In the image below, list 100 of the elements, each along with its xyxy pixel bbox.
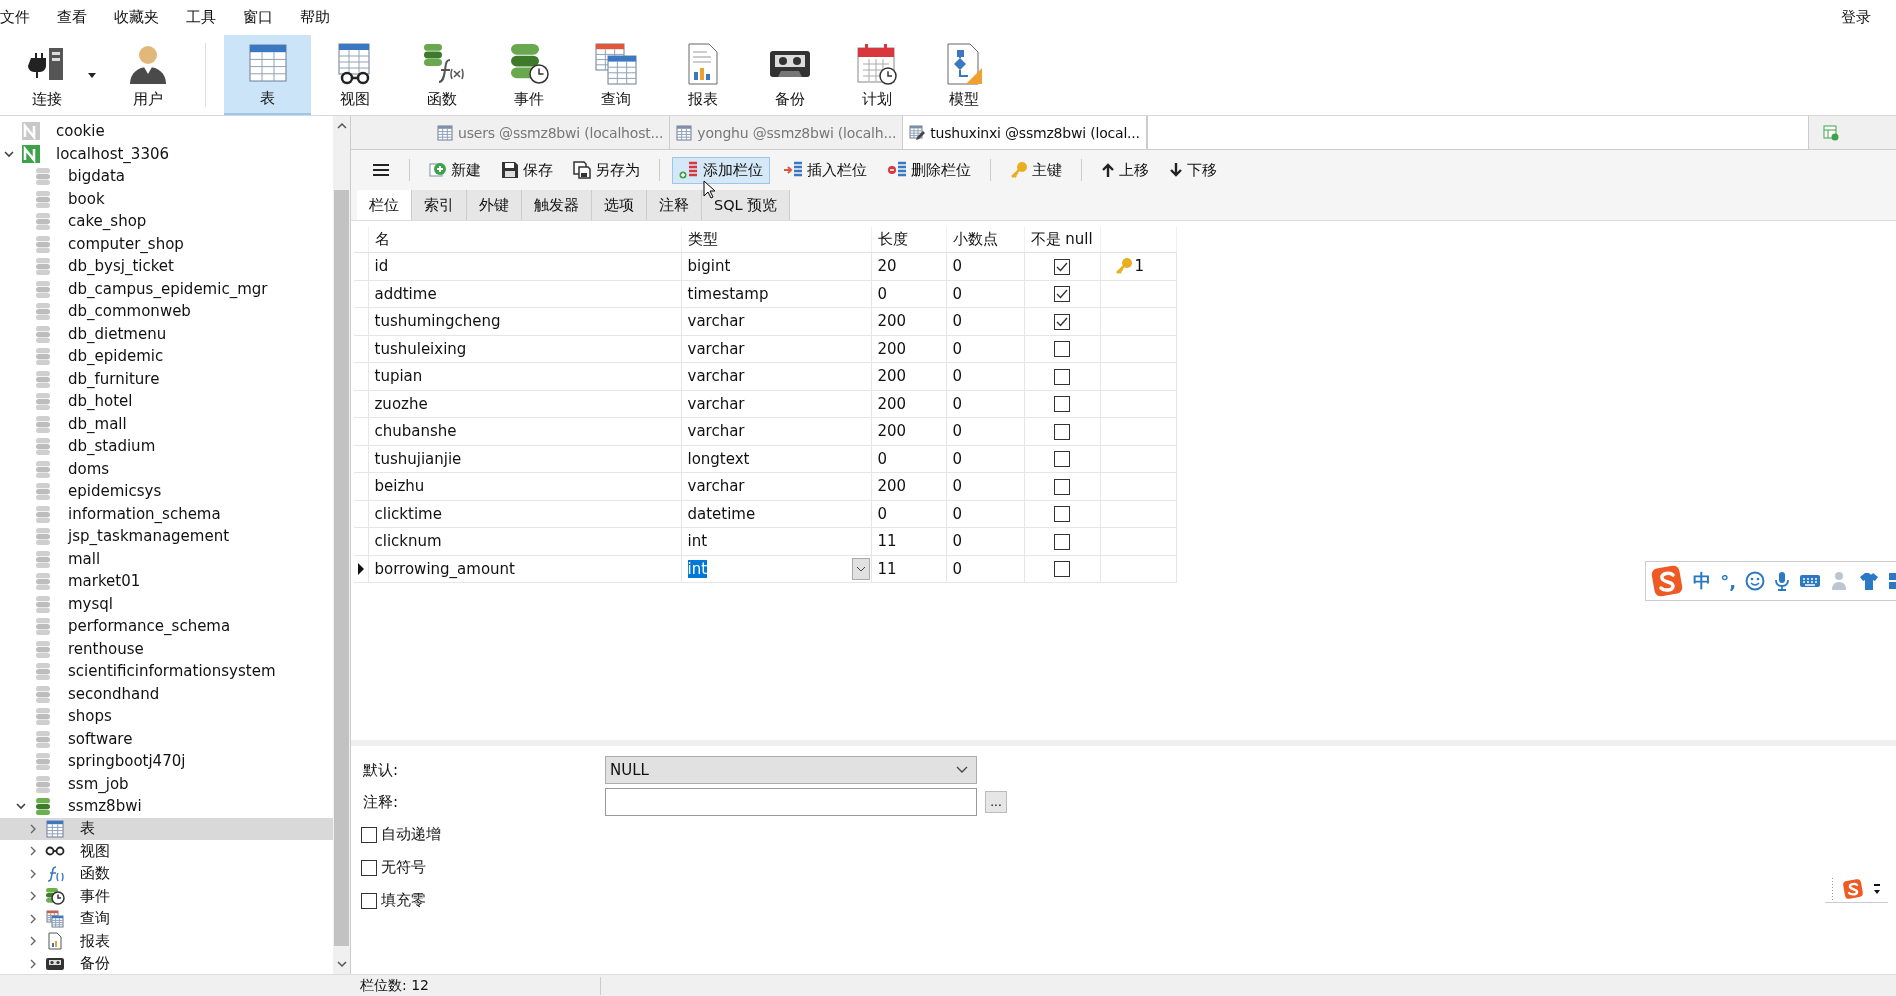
toolbar-button[interactable]: 主键 bbox=[1003, 156, 1069, 184]
tree-item[interactable]: db_bysj_ticket bbox=[0, 255, 333, 278]
tree-item[interactable]: db_campus_epidemic_mgr bbox=[0, 277, 333, 300]
table-cell[interactable]: timestamp bbox=[681, 280, 871, 308]
tree-item[interactable]: db_stadium bbox=[0, 435, 333, 458]
table-cell[interactable]: varchar bbox=[681, 362, 871, 390]
checkbox[interactable] bbox=[1054, 506, 1070, 523]
chevron-right-icon[interactable] bbox=[28, 935, 38, 948]
table-cell[interactable]: int bbox=[681, 527, 871, 555]
tree-item[interactable]: performance_schema bbox=[0, 615, 333, 638]
table-cell[interactable]: id bbox=[368, 252, 681, 280]
chevron-right-icon[interactable] bbox=[28, 957, 38, 970]
tree-item[interactable]: db_epidemic bbox=[0, 345, 333, 368]
smiley-icon[interactable] bbox=[1745, 571, 1765, 591]
table-cell[interactable]: zuozhe bbox=[368, 390, 681, 418]
chevron-right-icon[interactable] bbox=[28, 845, 38, 858]
table-cell[interactable]: 11 bbox=[871, 527, 946, 555]
table-cell[interactable]: 0 bbox=[946, 555, 1024, 583]
table-cell[interactable]: 0 bbox=[871, 280, 946, 308]
toolbar-button[interactable]: 查询 bbox=[572, 35, 659, 115]
document-tab[interactable]: users @ssmz8bwi (localhost... bbox=[431, 116, 671, 149]
table-cell[interactable]: varchar bbox=[681, 472, 871, 500]
checkbox[interactable] bbox=[1054, 396, 1070, 413]
column-header[interactable]: 小数点 bbox=[946, 227, 1024, 253]
tree-item[interactable]: 视图 bbox=[0, 840, 333, 863]
table-icon[interactable] bbox=[1822, 124, 1839, 141]
table-cell[interactable]: 0 bbox=[946, 500, 1024, 528]
grid-icon[interactable] bbox=[1888, 571, 1896, 591]
tree-item[interactable]: shops bbox=[0, 705, 333, 728]
toolbar-button[interactable]: 备份 bbox=[746, 35, 833, 115]
tree-item[interactable]: information_schema bbox=[0, 502, 333, 525]
toolbar-button[interactable]: 保存 bbox=[494, 156, 560, 184]
tree-item[interactable]: db_hotel bbox=[0, 390, 333, 413]
tree-item[interactable]: db_furniture bbox=[0, 367, 333, 390]
toolbar-button[interactable]: 用户 bbox=[104, 35, 191, 115]
tree-item[interactable]: market01 bbox=[0, 570, 333, 593]
table-cell[interactable]: datetime bbox=[681, 500, 871, 528]
caret-icon[interactable] bbox=[88, 73, 96, 78]
logo-icon[interactable] bbox=[1842, 878, 1864, 900]
more-button[interactable]: ... bbox=[985, 791, 1007, 813]
tree-item[interactable]: localhost_3306 bbox=[0, 142, 333, 165]
toolbar-button[interactable]: 报表 bbox=[659, 35, 746, 115]
toolbar-button[interactable]: 计划 bbox=[833, 35, 920, 115]
microphone-icon[interactable] bbox=[1774, 571, 1790, 591]
tab[interactable]: 栏位 bbox=[357, 190, 412, 220]
tree-item[interactable]: 报表 bbox=[0, 930, 333, 953]
table-cell[interactable]: 200 bbox=[871, 417, 946, 445]
checkbox[interactable] bbox=[1054, 341, 1070, 358]
checkbox[interactable] bbox=[1054, 423, 1070, 440]
tree-item[interactable]: doms bbox=[0, 457, 333, 480]
table-cell[interactable]: 20 bbox=[871, 252, 946, 280]
chevron-right-icon[interactable] bbox=[28, 867, 38, 880]
checkbox[interactable] bbox=[1054, 561, 1070, 578]
table-cell[interactable]: chubanshe bbox=[368, 417, 681, 445]
table-cell[interactable]: 200 bbox=[871, 362, 946, 390]
column-header[interactable]: 长度 bbox=[871, 227, 946, 253]
tree-item[interactable]: book bbox=[0, 187, 333, 210]
table-cell[interactable]: varchar bbox=[681, 307, 871, 335]
checkbox[interactable] bbox=[1054, 368, 1070, 385]
checkbox[interactable] bbox=[361, 826, 377, 843]
toolbar-button[interactable]: 另存为 bbox=[566, 156, 647, 184]
table-cell[interactable]: 0 bbox=[946, 445, 1024, 473]
login-link[interactable]: 登录 bbox=[1839, 8, 1888, 27]
tree-item[interactable]: db_mall bbox=[0, 412, 333, 435]
tree-item[interactable]: 函数 bbox=[0, 862, 333, 885]
chevron-right-icon[interactable] bbox=[28, 822, 38, 835]
tab[interactable]: 选项 bbox=[592, 190, 647, 220]
checkbox[interactable] bbox=[1054, 451, 1070, 468]
menu-item[interactable]: 工具 bbox=[184, 8, 233, 27]
chevron-right-icon[interactable] bbox=[28, 912, 38, 925]
menu-item[interactable]: 窗口 bbox=[241, 8, 290, 27]
tree-item[interactable]: cookie bbox=[0, 120, 333, 143]
toolbar-button[interactable]: 函数 bbox=[398, 35, 485, 115]
tree-item[interactable]: 备份 bbox=[0, 952, 333, 974]
table-cell[interactable]: 0 bbox=[946, 252, 1024, 280]
menu-item[interactable]: 帮助 bbox=[298, 8, 347, 27]
column-header[interactable]: 名 bbox=[368, 227, 681, 253]
toolbar-button[interactable]: 表 bbox=[224, 35, 311, 115]
scroll-up-icon[interactable] bbox=[335, 122, 348, 130]
toolbar-button[interactable]: 连接 bbox=[4, 35, 104, 115]
menu-item[interactable]: 查看 bbox=[55, 8, 104, 27]
toolbar-button[interactable]: 删除栏位 bbox=[880, 156, 978, 184]
tree-item[interactable]: secondhand bbox=[0, 682, 333, 705]
tree-item[interactable]: db_dietmenu bbox=[0, 322, 333, 345]
checkbox[interactable] bbox=[1054, 286, 1070, 303]
tree-item[interactable]: 事件 bbox=[0, 885, 333, 908]
table-cell[interactable]: 0 bbox=[946, 307, 1024, 335]
shirt-icon[interactable] bbox=[1859, 571, 1879, 591]
table-cell[interactable]: 200 bbox=[871, 335, 946, 363]
tab[interactable]: 索引 bbox=[412, 190, 467, 220]
tree-item[interactable]: 表 bbox=[0, 817, 333, 840]
keyboard-icon[interactable] bbox=[1799, 573, 1821, 589]
table-cell[interactable]: 0 bbox=[871, 445, 946, 473]
toolbar-button[interactable]: 插入栏位 bbox=[776, 156, 874, 184]
tree-item[interactable]: bigdata bbox=[0, 165, 333, 188]
table-cell[interactable]: 200 bbox=[871, 472, 946, 500]
table-cell[interactable]: addtime bbox=[368, 280, 681, 308]
tree-item[interactable]: mysql bbox=[0, 592, 333, 615]
tree-item[interactable]: epidemicsys bbox=[0, 480, 333, 503]
table-cell[interactable]: 0 bbox=[946, 527, 1024, 555]
